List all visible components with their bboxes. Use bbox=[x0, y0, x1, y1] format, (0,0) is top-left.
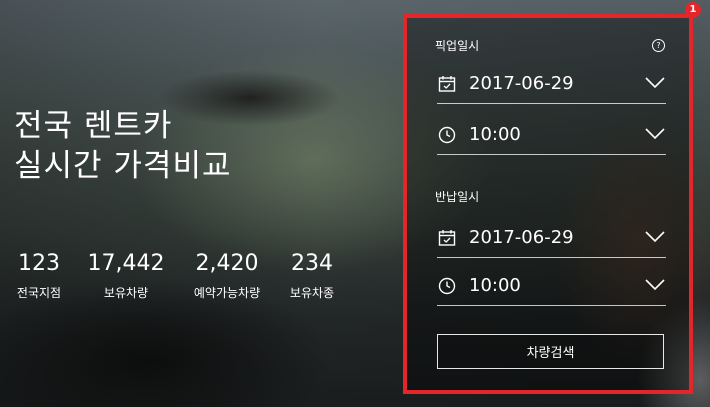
return-date-select[interactable]: 2017-06-29 bbox=[437, 221, 666, 258]
chevron-down-icon bbox=[645, 279, 665, 291]
stat-branches: 123 전국지점 bbox=[14, 250, 64, 302]
chevron-down-icon bbox=[645, 128, 665, 140]
stat-label: 보유차량 bbox=[103, 286, 149, 300]
annotation-marker: 1 bbox=[685, 2, 701, 18]
pickup-time-select[interactable]: 10:00 bbox=[437, 118, 666, 155]
stat-available-vehicles: 2,420 예약가능차량 bbox=[187, 250, 267, 302]
pickup-date-select[interactable]: 2017-06-29 bbox=[437, 67, 666, 104]
stat-value: 17,442 bbox=[87, 251, 165, 276]
headline-line-1: 전국 렌트카 bbox=[14, 108, 173, 144]
stat-value: 123 bbox=[18, 251, 60, 276]
pickup-label: 픽업일시 bbox=[435, 39, 480, 53]
stat-vehicle-models: 234 보유차종 bbox=[283, 250, 341, 302]
return-date-value: 2017-06-29 bbox=[469, 227, 574, 248]
return-time-value: 10:00 bbox=[469, 275, 521, 296]
return-time-select[interactable]: 10:00 bbox=[437, 269, 666, 306]
vehicle-search-button[interactable]: 차량검색 bbox=[437, 334, 664, 369]
stat-label: 보유차종 bbox=[289, 286, 335, 300]
stat-value: 234 bbox=[291, 251, 333, 276]
stat-label: 전국지점 bbox=[16, 286, 62, 300]
stat-owned-vehicles: 17,442 보유차량 bbox=[86, 250, 166, 302]
clock-icon bbox=[438, 277, 456, 295]
stat-value: 2,420 bbox=[195, 251, 259, 276]
calendar-icon bbox=[438, 76, 456, 92]
hero-headline: 전국 렌트카 실시간 가격비교 bbox=[14, 106, 232, 186]
headline-line-2: 실시간 가격비교 bbox=[14, 148, 232, 184]
return-label: 반납일시 bbox=[435, 190, 480, 204]
clock-icon bbox=[438, 126, 456, 144]
pickup-date-value: 2017-06-29 bbox=[469, 73, 574, 94]
stats-bar: 123 전국지점 17,442 보유차량 2,420 예약가능차량 234 보유… bbox=[14, 250, 341, 302]
pickup-time-value: 10:00 bbox=[469, 124, 521, 145]
calendar-icon bbox=[438, 230, 456, 246]
question-circle-icon[interactable]: ? bbox=[652, 39, 665, 52]
chevron-down-icon bbox=[645, 77, 665, 89]
stat-label: 예약가능차량 bbox=[193, 286, 261, 300]
chevron-down-icon bbox=[645, 231, 665, 243]
